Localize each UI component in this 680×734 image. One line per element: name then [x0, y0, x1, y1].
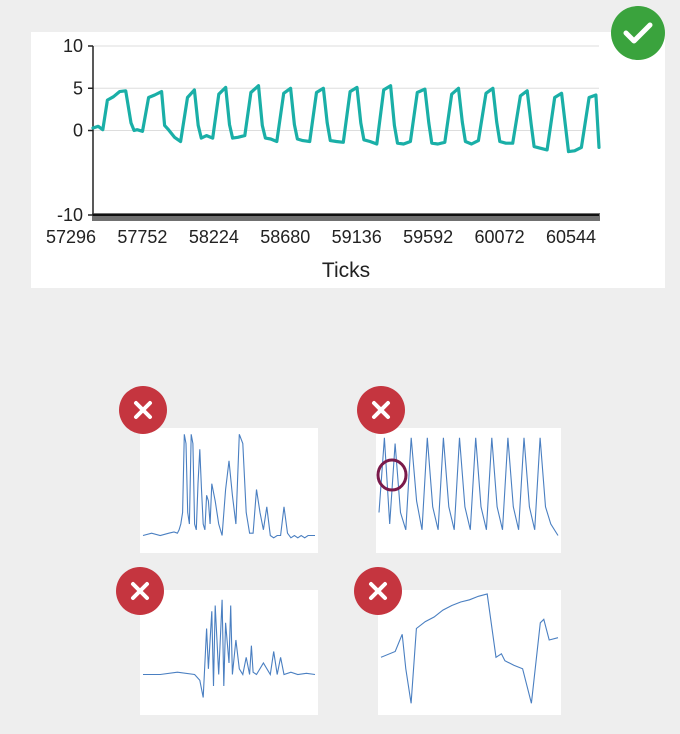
y-tick-label: 10 [63, 36, 83, 56]
thumbnail-chart-2[interactable] [376, 428, 561, 553]
main-chart-panel: 10 5 0 -10 57296 57752 58224 58680 59136 59592 60… [31, 32, 665, 288]
series-line [91, 84, 601, 154]
thumbnail-3-plot [143, 599, 316, 698]
incorrect-badge-1 [119, 386, 167, 434]
x-tick-label: 59592 [403, 227, 453, 247]
close-icon [134, 401, 152, 419]
y-tick-label: 5 [73, 78, 83, 98]
x-axis-title: Ticks [322, 259, 370, 282]
x-tick-label: 58224 [189, 227, 239, 247]
x-tick-label: 60072 [475, 227, 525, 247]
main-chart: 10 5 0 -10 57296 57752 58224 58680 59136 59592 60… [46, 36, 601, 282]
thumbnail-2-line [378, 437, 559, 536]
checkmark-icon [623, 22, 653, 44]
thumbnail-chart-4[interactable] [378, 590, 561, 715]
incorrect-badge-2 [357, 386, 405, 434]
thumbnail-1-line [142, 434, 315, 539]
thumbnail-4-line [380, 593, 559, 704]
close-icon [131, 582, 149, 600]
correct-badge [611, 6, 665, 60]
thumbnail-2-plot [376, 437, 559, 536]
x-tick-label: 57752 [117, 227, 167, 247]
thumbnail-1-plot [142, 434, 315, 539]
thumbnail-chart-1[interactable] [140, 428, 318, 553]
thumbnail-chart-3[interactable] [140, 590, 318, 715]
incorrect-badge-4 [354, 567, 402, 615]
x-tick-label: 59136 [332, 227, 382, 247]
x-tick-label: 57296 [46, 227, 96, 247]
close-icon [369, 582, 387, 600]
x-tick-label: 60544 [546, 227, 596, 247]
thumbnail-3-line [143, 599, 316, 698]
x-tick-label: 58680 [260, 227, 310, 247]
thumbnail-4-plot [380, 593, 559, 704]
incorrect-badge-3 [116, 567, 164, 615]
y-tick-label: 0 [73, 121, 83, 141]
close-icon [372, 401, 390, 419]
y-tick-label: -10 [57, 205, 83, 225]
